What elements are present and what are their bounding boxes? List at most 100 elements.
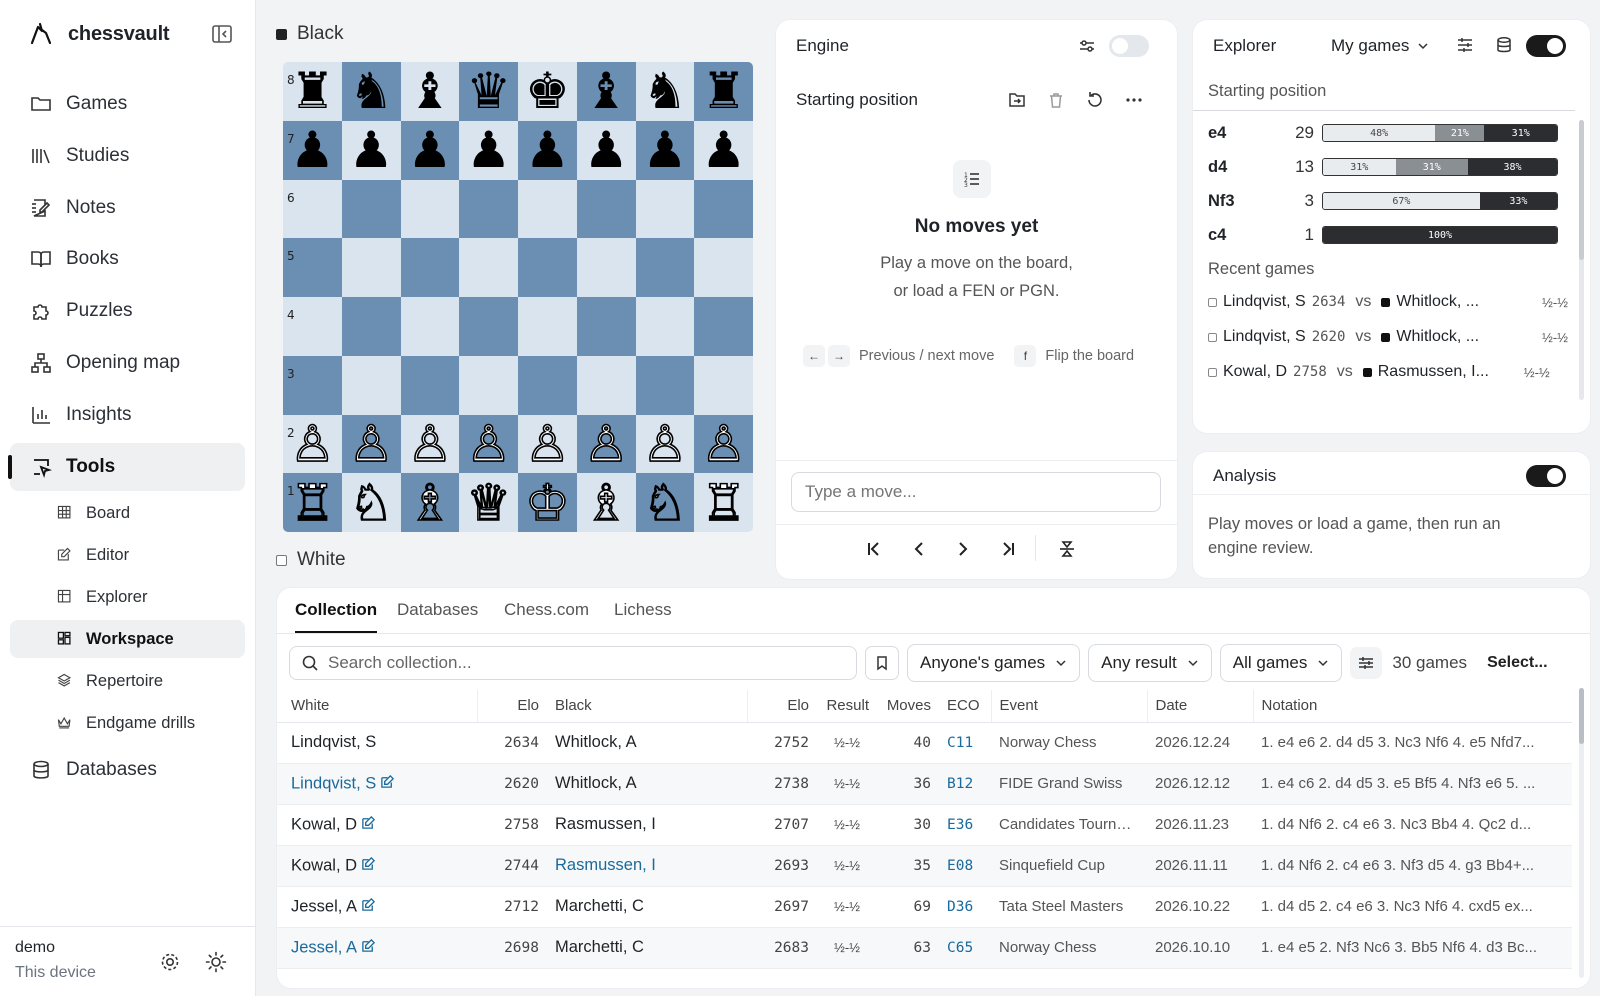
chess-piece[interactable]: ♙ xyxy=(583,418,629,470)
tab-chess-com[interactable]: Chess.com xyxy=(504,600,589,633)
cell-white[interactable]: Kowal, D xyxy=(277,804,477,846)
table-row[interactable]: Kowal, D 2744 Rasmussen, I 2693 ½-½ 35 E08 Sinq… xyxy=(277,845,1572,887)
tools-subitem-explorer[interactable]: Explorer xyxy=(10,578,245,616)
board-square[interactable]: ♝ xyxy=(576,62,636,121)
sidebar-item-databases[interactable]: Databases xyxy=(10,746,245,794)
edit-note-icon[interactable] xyxy=(361,856,376,876)
board-square[interactable] xyxy=(341,238,401,297)
explorer-move-row[interactable]: c4 1 100% xyxy=(1208,218,1568,252)
chess-piece[interactable]: ♞ xyxy=(642,66,687,116)
board-square[interactable]: ♙ xyxy=(576,414,636,474)
board-square[interactable] xyxy=(694,297,753,356)
first-move-icon[interactable] xyxy=(864,539,884,559)
chess-piece[interactable]: ♟ xyxy=(349,125,394,175)
cell-black[interactable]: Rasmussen, I xyxy=(547,845,747,887)
cell-black[interactable]: Whitlock, A xyxy=(547,763,747,805)
search-field[interactable]: Search collection... xyxy=(289,646,857,680)
chess-piece[interactable]: ♟ xyxy=(584,125,629,175)
board-square[interactable] xyxy=(518,297,577,356)
database-icon[interactable] xyxy=(1495,36,1515,56)
board-square[interactable]: ♘ xyxy=(341,473,401,532)
select-button[interactable]: Select... xyxy=(1487,654,1547,672)
explorer-toggle[interactable] xyxy=(1526,35,1566,57)
board-square[interactable] xyxy=(341,297,401,356)
reset-icon[interactable] xyxy=(1085,90,1105,110)
board-square[interactable]: ♙ xyxy=(341,414,401,474)
chess-piece[interactable]: ♙ xyxy=(465,418,511,470)
board-square[interactable]: 4 xyxy=(283,297,342,356)
col-white[interactable]: White xyxy=(277,690,478,723)
board-square[interactable]: ♞ xyxy=(635,62,695,121)
explorer-move-row[interactable]: d4 13 31% 31% 38% xyxy=(1208,150,1568,184)
col-event[interactable]: Event xyxy=(991,690,1148,723)
sidebar-item-notes[interactable]: Notes xyxy=(10,184,245,232)
col-result[interactable]: Result xyxy=(817,690,877,723)
tab-lichess[interactable]: Lichess xyxy=(614,600,672,633)
tools-subitem-workspace[interactable]: Workspace xyxy=(10,620,245,659)
board-square[interactable] xyxy=(400,179,460,239)
table-row[interactable]: Kowal, D 2758 Rasmussen, I 2707 ½-½ 30 E36 Cand… xyxy=(277,804,1572,846)
theme-sun-icon[interactable] xyxy=(205,951,227,973)
chess-piece[interactable]: ♙ xyxy=(407,418,453,470)
analysis-toggle[interactable] xyxy=(1526,465,1566,487)
board-square[interactable]: ♝ xyxy=(400,62,460,121)
board-square[interactable] xyxy=(518,179,577,239)
previous-move-icon[interactable] xyxy=(909,539,929,559)
cell-black[interactable]: Marchetti, C xyxy=(547,886,747,928)
board-square[interactable]: 5 xyxy=(283,238,342,297)
chess-piece[interactable]: ♔ xyxy=(524,477,570,529)
bookmark-button[interactable] xyxy=(865,646,899,680)
col-notation[interactable]: Notation xyxy=(1253,690,1572,723)
sidebar-item-tools[interactable]: Tools xyxy=(8,442,245,491)
tab-databases[interactable]: Databases xyxy=(397,600,478,633)
recent-game-row[interactable]: Lindqvist, S 2634 vs Whitlock, ... ½-½ xyxy=(1208,285,1568,319)
tools-subitem-board[interactable]: Board xyxy=(10,494,245,532)
chess-piece[interactable]: ♝ xyxy=(584,66,629,116)
board-square[interactable] xyxy=(635,179,695,239)
sidebar-item-puzzles[interactable]: Puzzles xyxy=(10,287,245,335)
table-row[interactable]: Jessel, A 2698 Marchetti, C 2683 ½-½ 63 C65 Nor… xyxy=(277,927,1572,969)
board-square[interactable]: ♙ xyxy=(400,414,460,474)
cell-black[interactable]: Whitlock, A xyxy=(547,722,747,764)
chess-piece[interactable]: ♙ xyxy=(642,418,688,470)
engine-settings-icon[interactable] xyxy=(1078,37,1098,57)
board-square[interactable]: ♙ xyxy=(459,414,518,474)
col-eco[interactable]: ECO xyxy=(939,690,992,723)
board-square[interactable]: ♟ xyxy=(576,120,636,180)
chess-board[interactable]: 8 ♜ ♞ ♝ ♛ ♚ ♝ ♞ ♜ 7 ♟ ♟ ♟ ♟ ♟ ♟ ♟ ♟ 6 5 4 3 2 ♙ ♙ ♙ ♙ ♙ ♙ ♙ ♙ 1 ♖ ♘ ♗ ♕ ♔ ♗ ♘ ♖ xyxy=(283,62,753,532)
board-square[interactable]: ♟ xyxy=(635,120,695,180)
result-filter[interactable]: Any result xyxy=(1088,644,1212,682)
chess-piece[interactable]: ♙ xyxy=(348,418,394,470)
chess-piece[interactable]: ♟ xyxy=(525,125,570,175)
cell-white[interactable]: Jessel, A xyxy=(277,886,477,928)
chess-piece[interactable]: ♜ xyxy=(290,66,335,116)
sidebar-item-insights[interactable]: Insights xyxy=(10,391,245,439)
recent-game-row[interactable]: Lindqvist, S 2620 vs Whitlock, ... ½-½ xyxy=(1208,320,1568,354)
board-square[interactable] xyxy=(400,238,460,297)
board-square[interactable]: ♟ xyxy=(694,120,753,180)
chess-piece[interactable]: ♟ xyxy=(701,125,746,175)
board-square[interactable]: ♗ xyxy=(400,473,460,532)
board-square[interactable] xyxy=(400,297,460,356)
collapse-sidebar-icon[interactable] xyxy=(210,22,234,46)
board-square[interactable] xyxy=(459,297,518,356)
col-moves[interactable]: Moves xyxy=(877,690,939,723)
board-square[interactable]: ♙ xyxy=(635,414,695,474)
board-square[interactable] xyxy=(576,238,636,297)
chess-piece[interactable]: ♙ xyxy=(524,418,570,470)
board-square[interactable]: 2 ♙ xyxy=(283,414,342,474)
last-move-icon[interactable] xyxy=(998,539,1018,559)
tools-subitem-repertoire[interactable]: Repertoire xyxy=(10,662,245,700)
chess-piece[interactable]: ♜ xyxy=(701,66,746,116)
recent-game-row[interactable]: Kowal, D 2758 vs Rasmussen, I... ½-½ xyxy=(1208,355,1568,389)
board-square[interactable] xyxy=(576,179,636,239)
board-square[interactable]: 3 xyxy=(283,355,342,415)
cell-white[interactable]: Lindqvist, S xyxy=(277,763,477,805)
games-filter[interactable]: All games xyxy=(1219,644,1343,682)
board-square[interactable]: ♟ xyxy=(518,120,577,180)
board-square[interactable]: ♙ xyxy=(518,414,577,474)
tools-subitem-editor[interactable]: Editor xyxy=(10,536,245,574)
explorer-move-row[interactable]: e4 29 48% 21% 31% xyxy=(1208,116,1568,150)
board-square[interactable]: ♖ xyxy=(694,473,753,532)
board-square[interactable] xyxy=(694,179,753,239)
